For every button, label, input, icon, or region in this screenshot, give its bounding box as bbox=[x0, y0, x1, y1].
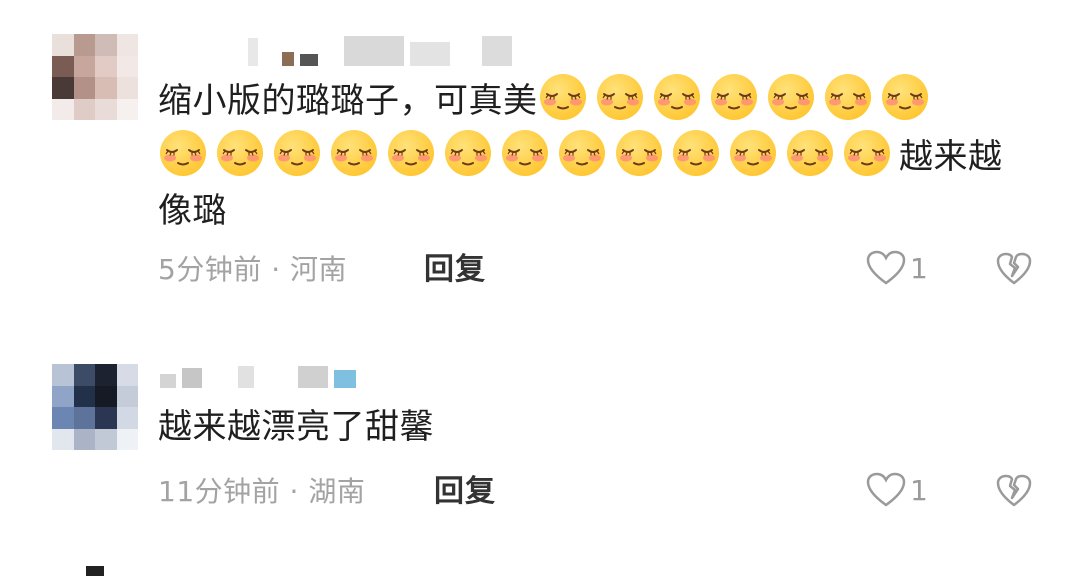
shy-blush-emoji bbox=[160, 130, 206, 176]
username-blurred[interactable] bbox=[248, 34, 512, 66]
shy-blush-emoji bbox=[502, 130, 548, 176]
shy-blush-emoji bbox=[596, 74, 643, 120]
reply-button[interactable]: 回复 bbox=[424, 250, 486, 290]
avatar[interactable] bbox=[52, 34, 138, 120]
shy-blush-emoji bbox=[881, 74, 928, 120]
like-count: 1 bbox=[910, 251, 928, 285]
shy-blush-emoji bbox=[539, 74, 586, 120]
next-comment-avatar-edge bbox=[86, 566, 104, 576]
shy-blush-emoji bbox=[616, 130, 662, 176]
shy-blush-emoji bbox=[445, 130, 491, 176]
comment-1: 缩小版的璐璐子，可真美 越来越 像璐 5分钟前 · 河南 回复 1 bbox=[0, 0, 1076, 320]
shy-blush-emoji bbox=[331, 130, 377, 176]
comment-meta: 5分钟前 · 河南 bbox=[158, 253, 348, 286]
comment-text-part: 越来越 bbox=[899, 137, 1003, 177]
comment-meta: 11分钟前 · 湖南 bbox=[158, 475, 366, 508]
shy-blush-emoji bbox=[274, 130, 320, 176]
shy-blush-emoji bbox=[559, 130, 605, 176]
shy-blush-emoji bbox=[217, 130, 263, 176]
comment-text-part: 缩小版的璐璐子，可真美 bbox=[158, 81, 538, 121]
shy-blush-emoji bbox=[844, 130, 890, 176]
dislike-button[interactable] bbox=[996, 474, 1032, 512]
comment-line-2: 越来越 bbox=[158, 128, 1038, 184]
like-button[interactable]: 1 bbox=[866, 250, 928, 286]
shy-blush-emoji bbox=[824, 74, 871, 120]
shy-blush-emoji bbox=[767, 74, 814, 120]
avatar[interactable] bbox=[52, 364, 138, 450]
comment-text: 越来越漂亮了甜馨 bbox=[158, 407, 434, 447]
shy-blush-emoji bbox=[787, 130, 833, 176]
heart-icon bbox=[866, 250, 906, 285]
comment-text: 缩小版的璐璐子，可真美 越来越 像璐 bbox=[158, 72, 1038, 238]
shy-blush-emoji bbox=[653, 74, 700, 120]
heart-icon bbox=[866, 472, 906, 507]
comment-text-part: 像璐 bbox=[158, 191, 227, 231]
shy-blush-emoji bbox=[730, 130, 776, 176]
like-button[interactable]: 1 bbox=[866, 472, 928, 508]
username-blurred[interactable] bbox=[160, 362, 356, 388]
shy-blush-emoji bbox=[710, 74, 757, 120]
shy-blush-emoji bbox=[388, 130, 434, 176]
comment-line-3: 像璐 bbox=[158, 184, 1038, 238]
comment-2: 越来越漂亮了甜馨 11分钟前 · 湖南 回复 1 bbox=[0, 340, 1076, 560]
broken-heart-icon bbox=[996, 474, 1032, 507]
dislike-button[interactable] bbox=[996, 252, 1032, 290]
comment-line-1: 缩小版的璐璐子，可真美 bbox=[158, 72, 1038, 128]
like-count: 1 bbox=[910, 473, 928, 507]
reply-button[interactable]: 回复 bbox=[434, 472, 496, 512]
shy-blush-emoji bbox=[673, 130, 719, 176]
broken-heart-icon bbox=[996, 252, 1032, 285]
